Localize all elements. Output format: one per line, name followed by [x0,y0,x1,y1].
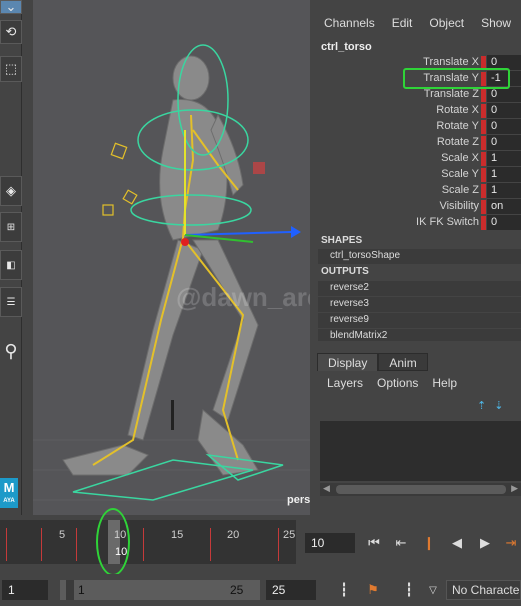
tick-label: 15 [171,529,184,541]
outputs-header: OUTPUTS [321,266,369,277]
toolbox: ⌄ ⟲ ⬚ ◈ ⊞ ◧ ☰ ⚲ M AYA [0,0,22,515]
move-layer-down-icon[interactable]: ⇣ [494,399,503,412]
attr-visibility[interactable]: Visibility on [313,199,521,215]
attr-scale-z[interactable]: Scale Z1 [313,183,521,199]
scale-tool-icon[interactable]: ⬚ [0,56,22,82]
keyframe-tick [6,528,7,561]
keyframe-tick [76,528,77,561]
menu-show[interactable]: Show [481,16,511,34]
tick-label: 5 [59,529,66,541]
current-frame-field[interactable]: 10 [305,533,355,553]
output-node[interactable]: reverse3 [318,297,521,312]
menu-channels[interactable]: Channels [324,16,375,34]
menu-layers[interactable]: Layers [327,376,363,390]
camera-label: persp [287,494,310,506]
current-frame-highlight [96,508,130,576]
auto-key-icon[interactable]: ⚑ [362,580,384,600]
move-layer-up-icon[interactable]: ⇡ [477,399,486,412]
step-back-frame-icon[interactable]: ❙ [418,533,440,553]
keyframe-tick [210,528,211,561]
menu-help[interactable]: Help [432,376,457,390]
attr-rotate-y[interactable]: Rotate Y0 [313,119,521,135]
layer-scrollbar[interactable]: ◀ ▶ [320,483,521,496]
tab-anim[interactable]: Anim [378,353,428,371]
layout-four-icon[interactable]: ⊞ [0,212,22,242]
keyframe-tick [278,528,279,561]
range-separator-icon: ┇ [340,582,348,597]
select-tool-icon[interactable]: ⌄ [0,0,22,14]
channel-box-menu: Channels Edit Object Show [313,0,521,34]
maya-logo: M AYA [0,478,18,508]
chevron-down-icon[interactable]: ▽ [422,580,444,600]
attr-scale-y[interactable]: Scale Y1 [313,167,521,183]
output-node[interactable]: reverse2 [318,281,521,296]
range-separator-icon: ┇ [405,582,413,597]
step-back-key-icon[interactable]: ⇤ [390,533,412,553]
range-slider[interactable]: 1 25 [60,580,260,600]
viewport-persp[interactable]: @dawn_are persp [33,0,310,515]
watermark-text: @dawn_are [176,282,310,312]
step-forward-key-icon[interactable]: ⇥ [500,533,521,553]
menu-object[interactable]: Object [429,16,464,34]
play-backward-icon[interactable]: ◀ [446,533,468,553]
shapes-header: SHAPES [321,235,363,246]
right-leg-mesh [192,239,259,421]
keyframe-tick [143,528,144,561]
range-slider-bar: 1 1 25 25 ┇ ⚑ ┇ ▽ No Character [0,574,521,606]
scroll-right-icon[interactable]: ▶ [511,483,518,494]
scroll-left-icon[interactable]: ◀ [323,483,330,494]
scroll-thumb[interactable] [336,485,506,494]
layer-list[interactable] [320,421,521,481]
tick-label: 20 [227,529,240,541]
range-start-label: 1 [78,583,85,597]
go-to-start-icon[interactable]: ⏮ [363,533,385,553]
attr-ik-fk-switch[interactable]: IK FK Switch 0 [313,215,521,231]
selected-object-name[interactable]: ctrl_torso [321,41,372,53]
attr-rotate-x[interactable]: Rotate X0 [313,103,521,119]
menu-edit[interactable]: Edit [392,16,413,34]
shape-node[interactable]: ctrl_torsoShape [318,249,521,264]
layer-editor: Display Anim Layers Options Help ⇡ ⇣ ◀ ▶ [317,353,521,500]
output-node[interactable]: reverse9 [318,313,521,328]
translate-y-highlight [403,68,510,89]
character-rig-scene [33,44,310,501]
attr-rotate-z[interactable]: Rotate Z0 [313,135,521,151]
character-set-dropdown[interactable]: No Character [446,580,521,600]
range-end-label: 25 [230,583,244,597]
output-node[interactable]: blendMatrix2 [318,329,521,341]
tick-label: 25 [283,529,296,541]
keyframe-tick [41,528,42,561]
channel-box: Channels Edit Object Show ctrl_torso Tra… [313,0,521,350]
layout-single-icon[interactable]: ◈ [0,176,22,206]
animation-start-field[interactable]: 1 [2,580,48,600]
menu-options[interactable]: Options [377,376,418,390]
rotate-tool-icon[interactable]: ⟲ [0,20,22,44]
layout-two-icon[interactable]: ◧ [0,250,22,280]
attr-translate-z[interactable]: Translate Z0 [313,87,521,103]
search-icon[interactable]: ⚲ [0,337,22,365]
attr-scale-x[interactable]: Scale X1 [313,151,521,167]
time-slider[interactable]: 5 10 15 20 25 10 [0,520,296,564]
outliner-layout-icon[interactable]: ☰ [0,287,22,317]
tab-display[interactable]: Display [317,353,379,371]
animation-end-field[interactable]: 25 [266,580,316,600]
play-forward-icon[interactable]: ▶ [474,533,496,553]
